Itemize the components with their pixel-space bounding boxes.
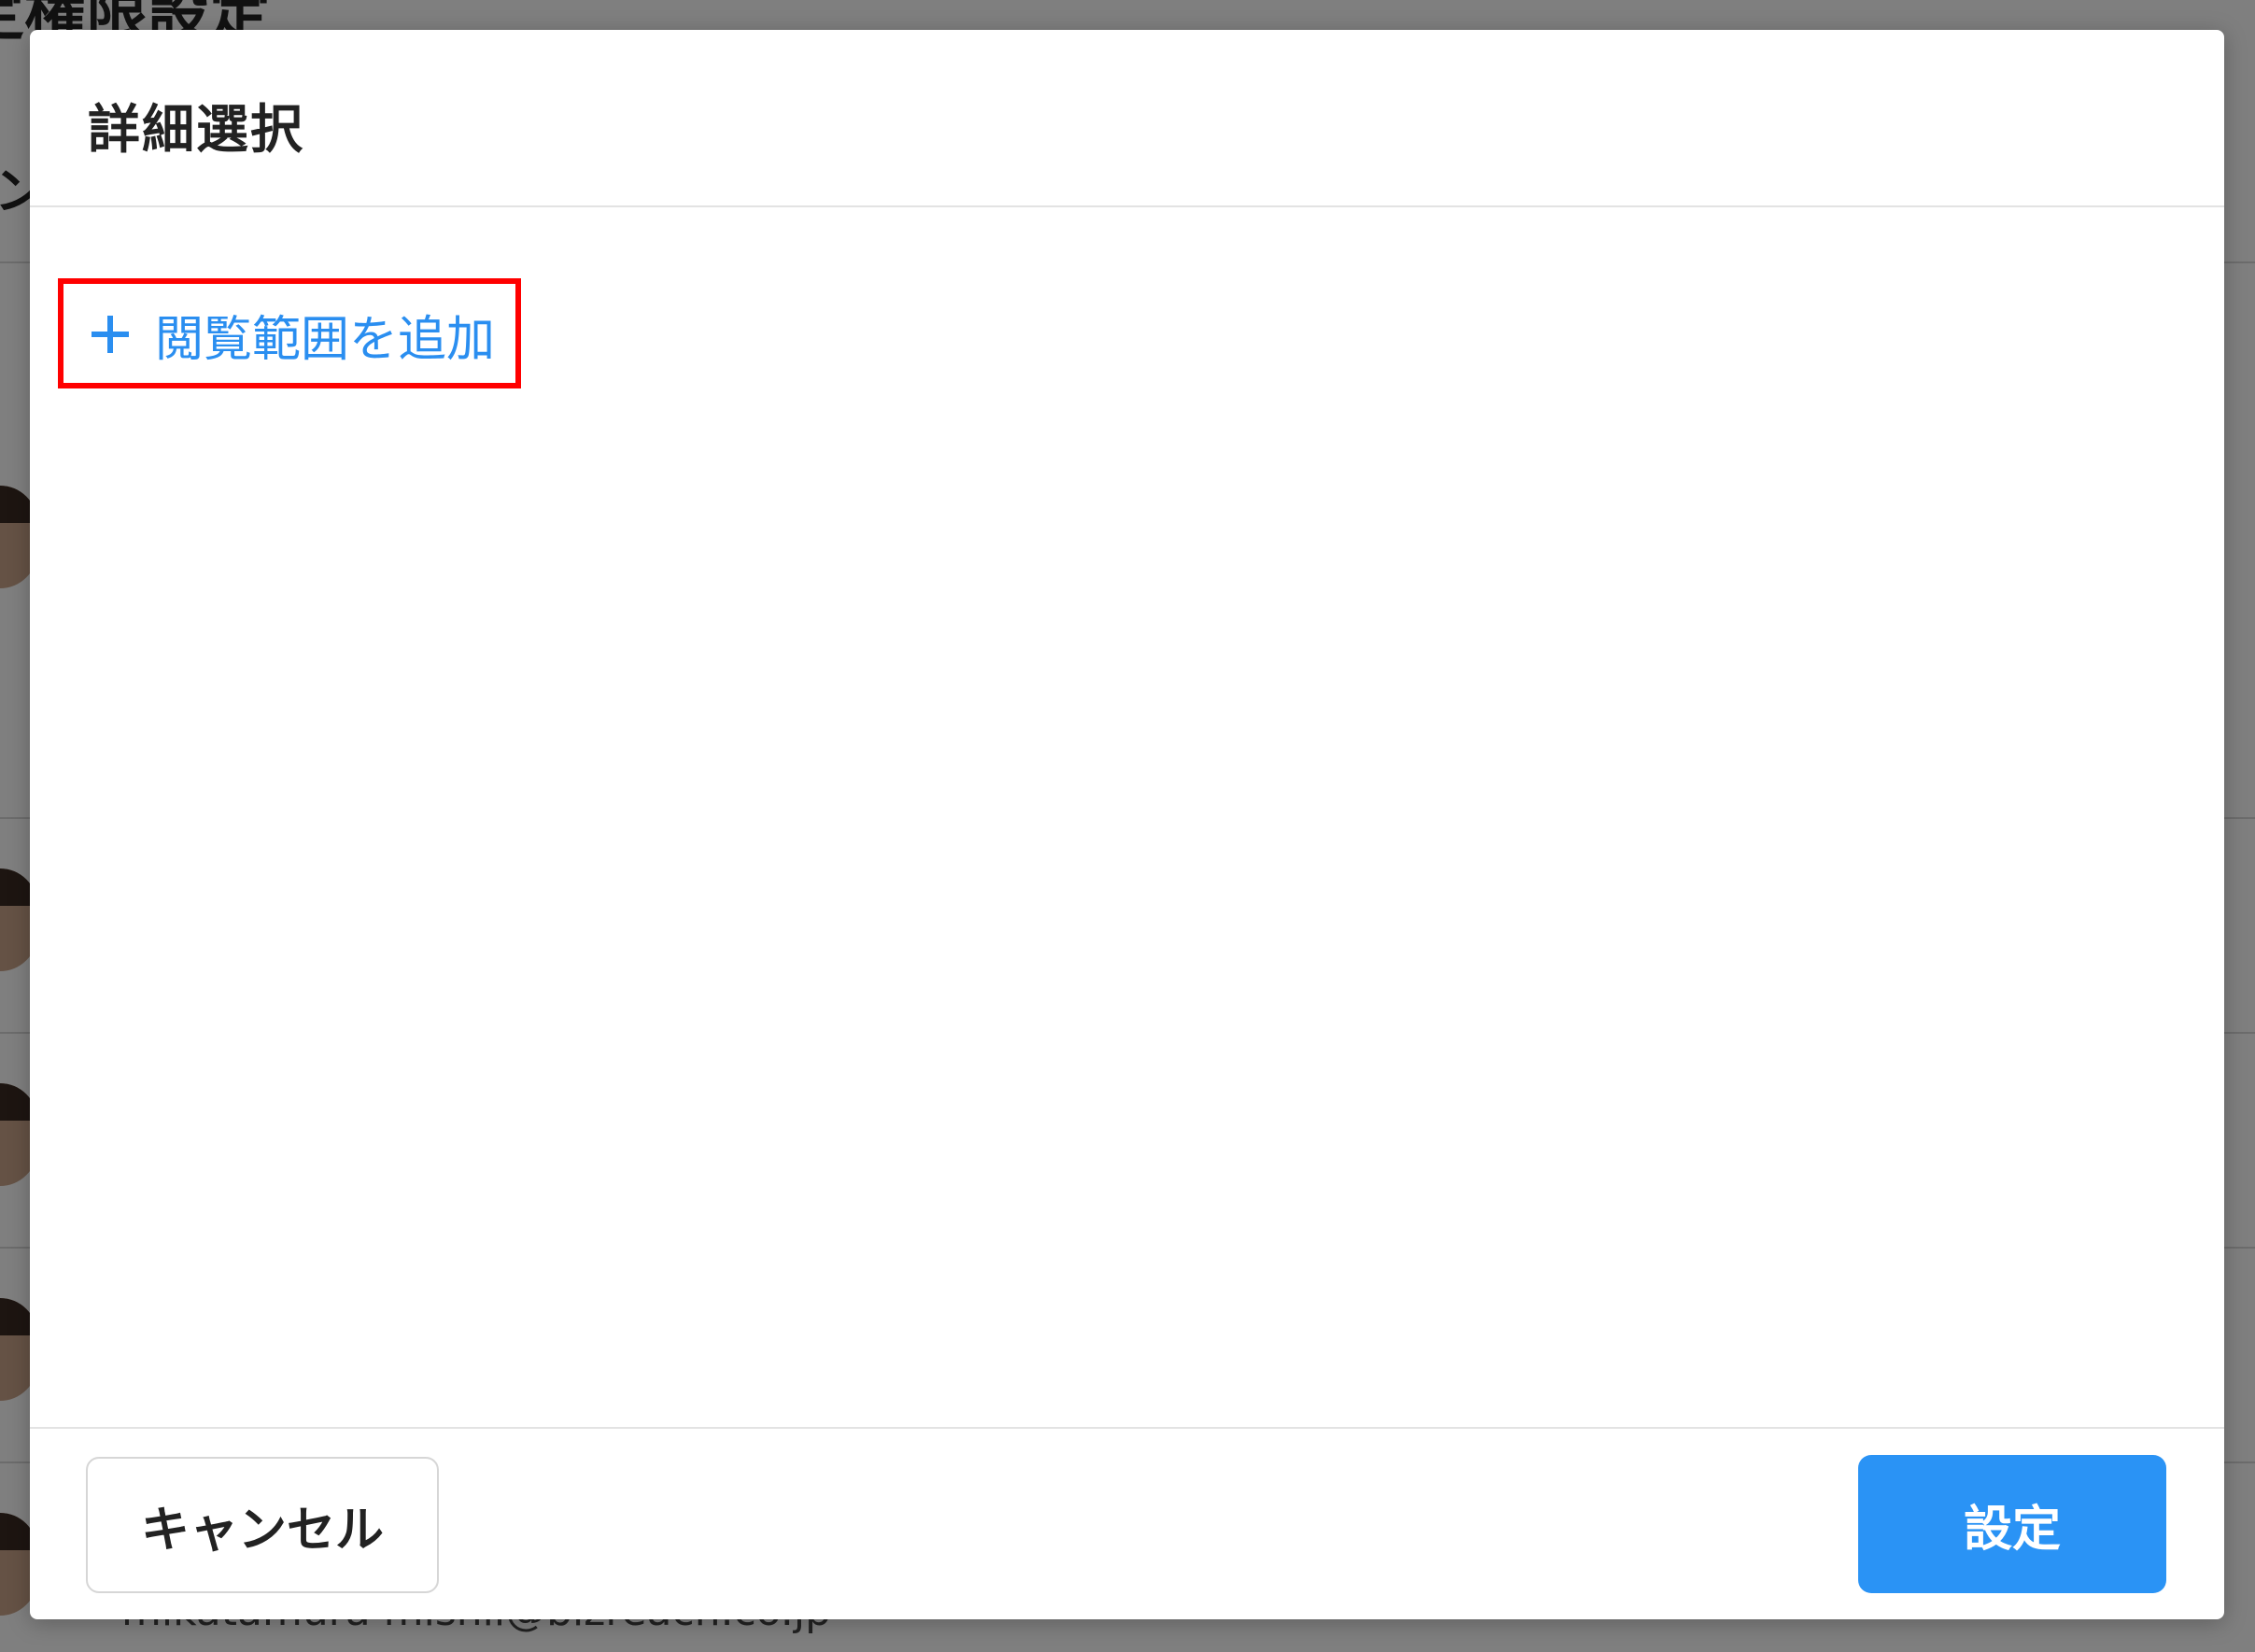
submit-button[interactable]: 設定 [1858,1455,2166,1593]
plus-icon [92,316,129,353]
detail-selection-dialog: 詳細選択 閲覧範囲を追加 キャンセル 設定 [30,30,2224,1619]
dialog-footer: キャンセル 設定 [30,1427,2224,1619]
dialog-body: 閲覧範囲を追加 [30,207,2224,1459]
page: 定権限設定 ン mikatamura misnii@bizreach.co.jp… [0,0,2255,1652]
dialog-header: 詳細選択 [30,30,2224,207]
add-view-range-label: 閲覧範囲を追加 [155,311,496,368]
cancel-button[interactable]: キャンセル [86,1457,439,1593]
add-view-range-button[interactable]: 閲覧範囲を追加 [88,297,495,372]
dialog-title: 詳細選択 [88,100,304,161]
